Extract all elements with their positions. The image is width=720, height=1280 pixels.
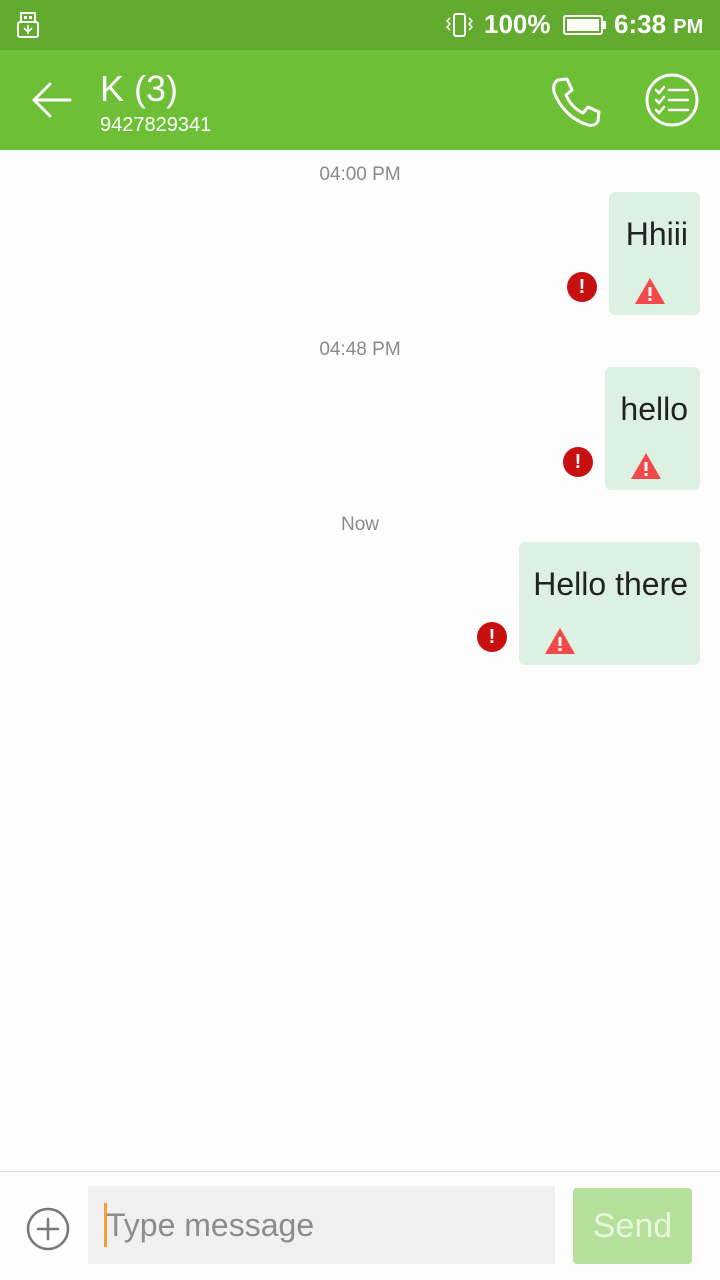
usb-icon <box>17 12 39 38</box>
app-bar: K (3) 9427829341 <box>0 50 720 150</box>
message-input-placeholder: Type message <box>106 1207 315 1243</box>
send-button[interactable]: Send <box>573 1188 692 1264</box>
warning-icon <box>545 628 575 654</box>
message-input[interactable]: Type message <box>88 1186 555 1264</box>
checklist-icon[interactable] <box>644 72 700 128</box>
clock: 6:38 PM <box>614 9 703 40</box>
message-timestamp: 04:00 PM <box>319 164 401 185</box>
message-bubble[interactable]: Hhiii <box>609 192 700 315</box>
message-text: hello <box>620 391 688 427</box>
warning-icon <box>635 278 665 304</box>
battery-icon <box>563 15 606 35</box>
composer-divider <box>0 1171 720 1172</box>
clock-time: 6:38 <box>614 9 667 39</box>
message-bubble[interactable]: Hello there <box>519 542 700 665</box>
send-failed-icon[interactable]: ! <box>563 447 593 477</box>
add-circle-icon[interactable] <box>26 1207 70 1251</box>
warning-icon <box>631 453 661 479</box>
contact-number: 9427829341 <box>100 114 212 136</box>
message-text: Hello there <box>533 566 688 602</box>
conversation-title: K (3) <box>100 68 179 109</box>
send-failed-icon[interactable]: ! <box>567 272 597 302</box>
phone-call-icon[interactable] <box>548 74 604 128</box>
status-bar: 100% 6:38 PM <box>0 0 720 50</box>
vibrate-icon <box>445 13 474 37</box>
message-timestamp: Now <box>340 514 379 535</box>
back-arrow-icon[interactable] <box>30 80 72 120</box>
message-text: Hhiii <box>625 216 688 252</box>
send-failed-icon[interactable]: ! <box>477 622 507 652</box>
message-bubble[interactable]: hello <box>605 367 700 490</box>
clock-ampm: PM <box>673 16 704 38</box>
message-timestamp: 04:48 PM <box>319 339 401 360</box>
battery-percent: 100% <box>484 9 551 39</box>
